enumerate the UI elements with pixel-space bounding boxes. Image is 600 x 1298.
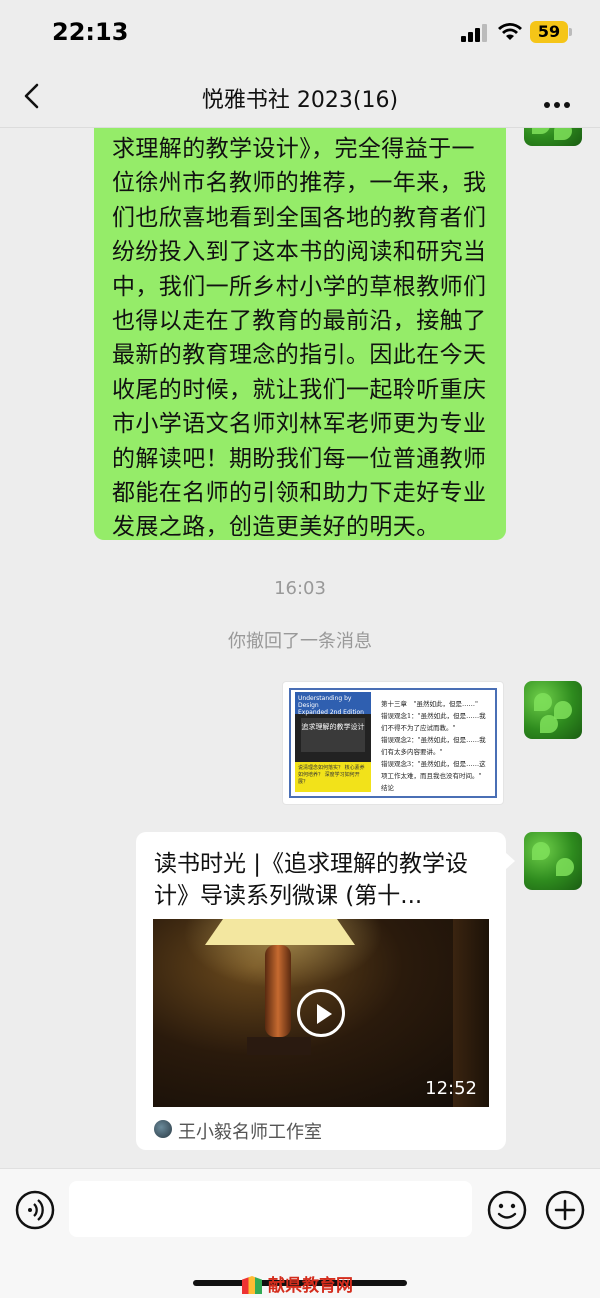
site-watermark: 献県教育网 <box>242 1271 353 1296</box>
message-input[interactable] <box>69 1181 472 1237</box>
cover-bottom-text: 说清理念如何落实？ 核心素养如何培养？ 深度学习如何开展？ <box>295 762 371 792</box>
chat-message-list[interactable]: 求理解的教学设计》，完全得益于一位徐州市名教师的推荐，一年来，我们也欣喜地看到全… <box>0 128 600 1168</box>
chat-header: 悦雅书社 2023(16) <box>0 66 600 128</box>
cover-title-en: Understanding by Design Expanded 2nd Edit… <box>295 692 371 716</box>
more-options-icon[interactable] <box>544 93 574 108</box>
status-bar: 22:13 59 <box>0 0 600 66</box>
my-avatar[interactable] <box>524 128 582 146</box>
video-card-title: 读书时光 |《追求理解的教学设计》导读系列微课 (第十... <box>154 851 469 909</box>
video-thumbnail[interactable]: 12:52 <box>153 919 489 1107</box>
source-account-icon <box>154 1120 172 1138</box>
sent-text-message[interactable]: 求理解的教学设计》，完全得益于一位徐州市名教师的推荐，一年来，我们也欣喜地看到全… <box>94 128 506 540</box>
my-avatar[interactable] <box>524 832 582 890</box>
watermark-logo-icon <box>242 1276 262 1294</box>
sent-image-message[interactable]: Understanding by Design Expanded 2nd Edit… <box>282 681 504 805</box>
add-plus-icon[interactable] <box>545 1190 585 1230</box>
bubble-tail <box>505 852 515 870</box>
shared-video-card[interactable]: 读书时光 |《追求理解的教学设计》导读系列微课 (第十... 12:52 王小毅… <box>136 832 506 1150</box>
my-avatar[interactable] <box>524 681 582 739</box>
message-timestamp: 16:03 <box>274 578 326 599</box>
book-cover-image: Understanding by Design Expanded 2nd Edit… <box>295 692 371 792</box>
battery-indicator: 59 <box>530 21 568 43</box>
cellular-signal-icon <box>461 24 487 42</box>
recall-notice: 你撤回了一条消息 <box>228 631 372 652</box>
video-duration: 12:52 <box>425 1078 477 1099</box>
cover-title-cn: 追求理解的教学设计 <box>301 718 365 752</box>
source-account-name: 王小毅名师工作室 <box>178 1122 322 1143</box>
image-text-block: 第十三章 "虽然如此，但是……" 错误观念1："虽然如此，但是……我们不得不为了… <box>381 700 486 792</box>
voice-input-icon[interactable] <box>15 1190 55 1230</box>
status-time: 22:13 <box>52 18 129 46</box>
emoji-icon[interactable] <box>487 1190 527 1230</box>
battery-cap <box>569 28 572 36</box>
play-icon[interactable] <box>297 989 345 1037</box>
input-bar: 献県教育网 <box>0 1168 600 1298</box>
wifi-icon <box>498 23 522 40</box>
chat-title: 悦雅书社 2023(16) <box>201 88 399 113</box>
